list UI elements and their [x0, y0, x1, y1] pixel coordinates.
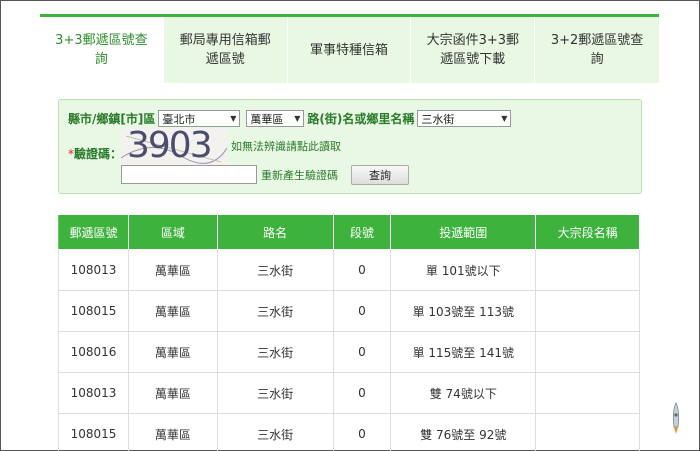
cell-section: 0 [332, 413, 392, 451]
cell-road: 三水街 [216, 249, 334, 291]
road-select-value: 三水街 [421, 112, 455, 126]
search-form-panel: 縣市/鄉鎮[市]區 臺北市 ▼ 萬華區 ▼ 路(街)名或鄉里名稱 三水街 ▼ *… [58, 99, 642, 194]
cell-area: 萬華區 [127, 413, 218, 451]
cell-zipcode: 108013 [58, 372, 129, 414]
col-header-area: 區域 [127, 214, 218, 250]
cell-section: 0 [332, 249, 392, 291]
captcha-text: 3903 [127, 128, 213, 166]
cell-road: 三水街 [216, 290, 334, 332]
cell-area: 萬華區 [127, 290, 218, 332]
captcha-label-row: *驗證碼： [68, 145, 122, 162]
col-header-range: 投遞範圍 [390, 214, 537, 250]
tab-bulk-download[interactable]: 大宗函件3+3郵遞區號下載 [411, 17, 536, 83]
cell-section: 0 [332, 372, 392, 414]
browser-frame: 3+3郵遞區號查詢 郵局專用信箱郵遞區號 軍事特種信箱 大宗函件3+3郵遞區號下… [0, 0, 700, 451]
captcha-label: 驗證碼： [74, 147, 123, 161]
district-select-value: 萬華區 [250, 112, 284, 126]
cell-road: 三水街 [216, 331, 334, 373]
cell-range: 單 115號至 141號 [390, 331, 537, 373]
cell-area: 萬華區 [127, 372, 218, 414]
cell-road: 三水街 [216, 413, 334, 451]
cell-area: 萬華區 [127, 249, 218, 291]
captcha-image: 3903 [121, 128, 227, 166]
scroll-to-top-rocket-icon[interactable] [669, 401, 683, 437]
cell-section: 0 [332, 290, 392, 332]
chevron-down-icon: ▼ [501, 114, 508, 123]
tab-bar: 3+3郵遞區號查詢 郵局專用信箱郵遞區號 軍事特種信箱 大宗函件3+3郵遞區號下… [40, 17, 659, 83]
city-district-label: 縣市/鄉鎮[市]區 [68, 112, 156, 126]
table-row: 108015 萬華區 三水街 0 雙 76號至 92號 [58, 413, 640, 451]
content-area: 3+3郵遞區號查詢 郵局專用信箱郵遞區號 軍事特種信箱 大宗函件3+3郵遞區號下… [40, 14, 659, 451]
cell-range: 雙 76號至 92號 [390, 413, 537, 451]
city-select-value: 臺北市 [162, 112, 196, 126]
cell-zipcode: 108016 [58, 331, 129, 373]
city-select[interactable]: 臺北市 ▼ [158, 110, 241, 127]
cell-zipcode: 108015 [58, 413, 129, 451]
cell-road: 三水街 [216, 372, 334, 414]
cell-bulk-name [535, 413, 640, 451]
tab-3plus2-query[interactable]: 3+2郵遞區號查詢 [535, 17, 659, 83]
cell-bulk-name [535, 290, 640, 332]
tab-po-box[interactable]: 郵局專用信箱郵遞區號 [163, 17, 288, 83]
cell-area: 萬華區 [127, 331, 218, 373]
cell-range: 單 103號至 113號 [390, 290, 537, 332]
road-name-label: 路(街)名或鄉里名稱 [307, 112, 415, 126]
chevron-down-icon: ▼ [294, 114, 301, 123]
captcha-help-link[interactable]: 如無法辨識請點此讀取 [231, 138, 341, 154]
table-row: 108015 萬華區 三水街 0 單 103號至 113號 [58, 290, 640, 332]
cell-section: 0 [332, 331, 392, 373]
query-button[interactable]: 查詢 [351, 165, 409, 185]
district-select[interactable]: 萬華區 ▼ [246, 110, 305, 127]
tab-military-mailbox[interactable]: 軍事特種信箱 [287, 17, 412, 83]
cell-bulk-name [535, 372, 640, 414]
road-select[interactable]: 三水街 ▼ [417, 110, 512, 127]
table-row: 108013 萬華區 三水街 0 單 101號以下 [58, 249, 640, 291]
tab-3plus3-query[interactable]: 3+3郵遞區號查詢 [40, 17, 164, 83]
table-header-row: 郵遞區號 區域 路名 段號 投遞範圍 大宗段名稱 [58, 214, 640, 250]
cell-range: 單 101號以下 [390, 249, 537, 291]
col-header-bulk-name: 大宗段名稱 [535, 214, 640, 250]
table-row: 108013 萬華區 三水街 0 雙 74號以下 [58, 372, 640, 414]
cell-range: 雙 74號以下 [390, 372, 537, 414]
regenerate-captcha-link[interactable]: 重新產生驗證碼 [261, 167, 338, 183]
cell-bulk-name [535, 331, 640, 373]
cell-zipcode: 108013 [58, 249, 129, 291]
cell-zipcode: 108015 [58, 290, 129, 332]
chevron-down-icon: ▼ [230, 114, 237, 123]
cell-bulk-name [535, 249, 640, 291]
table-row: 108016 萬華區 三水街 0 單 115號至 141號 [58, 331, 640, 373]
results-table: 郵遞區號 區域 路名 段號 投遞範圍 大宗段名稱 108013 萬華區 三水街 … [58, 214, 640, 451]
col-header-section: 段號 [332, 214, 392, 250]
col-header-zipcode: 郵遞區號 [58, 214, 129, 250]
col-header-road: 路名 [216, 214, 334, 250]
location-row: 縣市/鄉鎮[市]區 臺北市 ▼ 萬華區 ▼ 路(街)名或鄉里名稱 三水街 ▼ [68, 110, 514, 127]
captcha-input[interactable] [121, 165, 257, 184]
